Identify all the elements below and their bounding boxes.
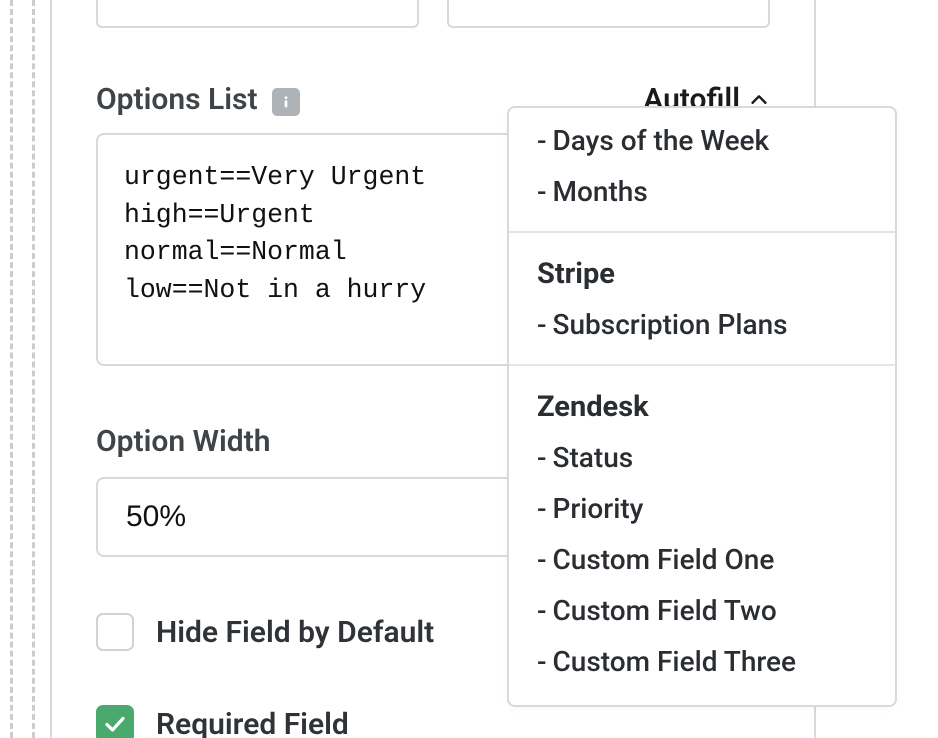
dash-icon: - (537, 441, 547, 474)
dropdown-divider (509, 364, 895, 366)
autofill-option-label: Days of the Week (553, 124, 770, 157)
dropdown-group-header: Stripe (509, 247, 895, 299)
dash-icon: - (537, 492, 547, 525)
autofill-option[interactable]: - Subscription Plans (509, 299, 895, 350)
dash-icon: - (537, 175, 547, 208)
tree-rail-2 (32, 0, 35, 738)
options-list-label: Options List (96, 82, 258, 117)
required-field-checkbox[interactable] (96, 705, 134, 738)
autofill-dropdown: - Days of the Week- MonthsStripe- Subscr… (507, 106, 897, 707)
autofill-option-label: Priority (553, 492, 644, 525)
dash-icon: - (537, 594, 547, 627)
autofill-option[interactable]: - Priority (509, 483, 895, 534)
autofill-option-label: Custom Field One (553, 543, 775, 576)
autofill-option[interactable]: - Months (509, 166, 895, 217)
autofill-option-label: Status (553, 441, 634, 474)
autofill-option-label: Subscription Plans (553, 308, 788, 341)
dash-icon: - (537, 645, 547, 678)
autofill-option-label: Custom Field Two (553, 594, 777, 627)
dash-icon: - (537, 308, 547, 341)
dash-icon: - (537, 124, 547, 157)
autofill-option[interactable]: - Custom Field Three (509, 636, 895, 687)
autofill-option[interactable]: - Days of the Week (509, 108, 895, 166)
dash-icon: - (537, 543, 547, 576)
autofill-option[interactable]: - Custom Field One (509, 534, 895, 585)
dropdown-group-header: Zendesk (509, 380, 895, 432)
top-input-left[interactable] (96, 0, 419, 28)
hide-field-checkbox[interactable] (96, 613, 134, 651)
dropdown-divider (509, 231, 895, 233)
tree-rail-1 (10, 0, 13, 738)
autofill-option[interactable]: - Custom Field Two (509, 585, 895, 636)
autofill-option-label: Custom Field Three (553, 645, 797, 678)
autofill-option[interactable]: - Status (509, 432, 895, 483)
info-icon[interactable] (272, 88, 300, 116)
hide-field-label: Hide Field by Default (156, 615, 434, 650)
required-field-label: Required Field (156, 707, 349, 738)
required-field-checkbox-row[interactable]: Required Field (96, 705, 770, 738)
autofill-option-label: Months (553, 175, 648, 208)
top-input-right[interactable] (447, 0, 770, 28)
